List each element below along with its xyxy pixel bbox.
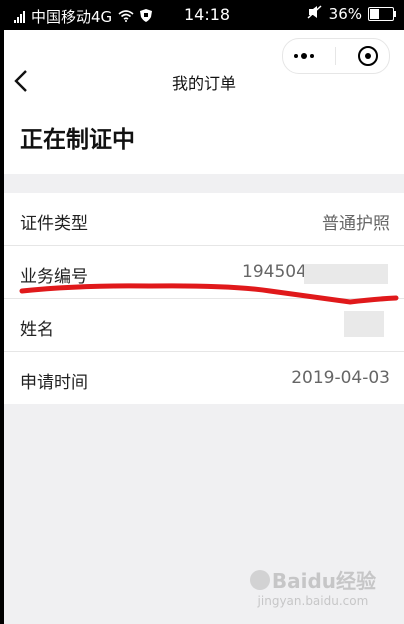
baidu-watermark: Baidu经验 jingyan.baidu.com [249,565,376,608]
detail-label: 业务编号 [20,267,88,287]
status-bar: 中国移动4G 14:18 36% [0,0,404,30]
redacted-block [304,264,388,284]
detail-label: 申请时间 [20,373,88,393]
detail-row-name: 姓名 [4,299,404,352]
paw-icon [249,569,270,590]
order-status-section: 正在制证中 [4,120,404,174]
close-target-icon[interactable] [358,46,379,66]
detail-value: 2019-04-03 [291,368,390,388]
detail-row-business-number: 业务编号 194504 [4,246,404,299]
signal-icon [14,10,25,23]
watermark-brand: Baidu经验 [271,569,376,593]
detail-value: 194504 [242,262,307,282]
clock: 14:18 [184,5,231,24]
redacted-block [344,311,384,337]
wifi-icon [118,8,134,26]
shield-icon [140,8,153,26]
mini-program-capsule [282,38,390,74]
battery-percent: 36% [328,5,362,23]
carrier-text: 中国移动4G [31,8,113,26]
mute-icon [307,5,323,23]
detail-label: 证件类型 [20,214,88,234]
capsule-divider [335,47,337,65]
battery-icon [368,7,396,21]
detail-value: 普通护照 [322,214,390,234]
more-icon[interactable] [293,53,314,59]
detail-row-application-time: 申请时间 2019-04-03 [4,352,404,404]
detail-row-document-type: 证件类型 普通护照 [4,193,404,246]
watermark-url: jingyan.baidu.com [257,594,369,608]
detail-label: 姓名 [20,320,54,340]
app-screen: 我的订单 正在制证中 证件类型 普通护照 业务编号 194504 姓名 申请时间 [4,30,404,624]
nav-header: 我的订单 [4,30,404,120]
order-details-list: 证件类型 普通护照 业务编号 194504 姓名 申请时间 2019-04-03 [4,193,404,404]
order-status: 正在制证中 [20,127,135,153]
